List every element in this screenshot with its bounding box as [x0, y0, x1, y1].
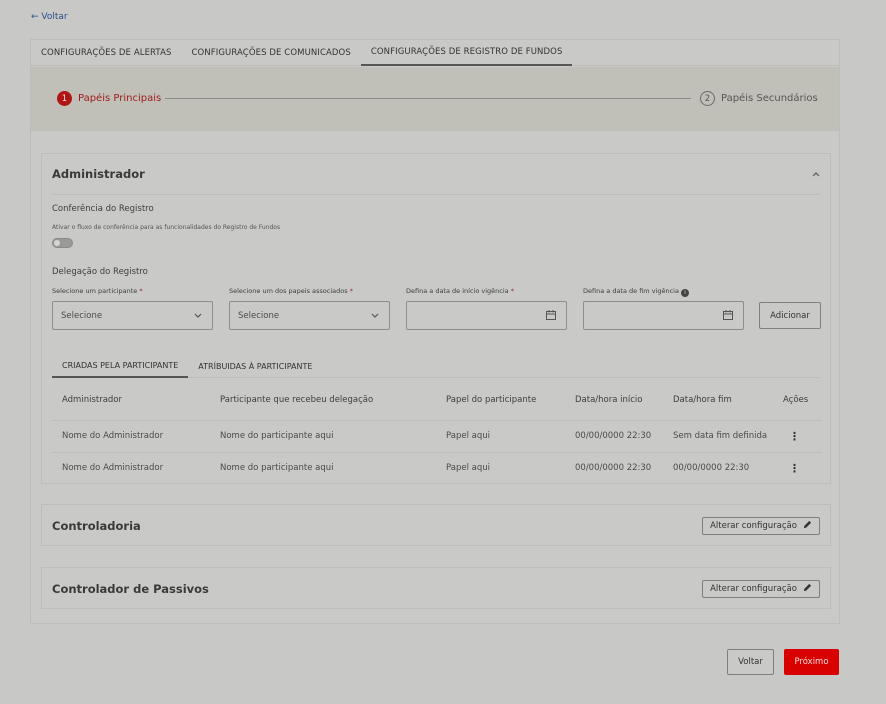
kebab-menu-icon[interactable]: ⋮: [783, 462, 800, 475]
participante-select[interactable]: Selecione: [52, 301, 213, 330]
step-papeis-secundarios[interactable]: 2 Papéis Secundários: [700, 91, 818, 106]
col-data-fim: Data/hora fim: [663, 380, 773, 421]
conferencia-title: Conferência do Registro: [52, 204, 154, 214]
button-label: Alterar configuração: [710, 521, 797, 531]
stepper-line: [165, 98, 691, 99]
back-link-label: ← Voltar: [31, 12, 68, 22]
table-header-row: Administrador Participante que recebeu d…: [52, 380, 822, 421]
tab-atribuidas[interactable]: ATRÍBUIDAS À PARTICIPANTE: [188, 354, 322, 378]
step-label: Papéis Principais: [78, 93, 162, 104]
data-inicio-input[interactable]: [406, 301, 567, 330]
participante-label: Selecione um participante *: [52, 287, 143, 295]
cell: 00/00/0000 22:30: [673, 463, 750, 474]
cell: Nome do Administrador: [52, 420, 210, 453]
pencil-icon: [803, 520, 812, 532]
data-fim-label: Defina a data de fim vigência i: [583, 287, 689, 297]
section-administrador: Administrador Conferência do Registro At…: [41, 153, 831, 484]
tab-bar: CONFIGURAÇÕES DE ALERTAS CONFIGURAÇÕES D…: [31, 40, 839, 66]
step-number: 2: [700, 91, 715, 106]
col-acoes: Ações: [773, 380, 822, 421]
actions-cell: ⋮: [773, 452, 822, 484]
stepper: 1 Papéis Principais 2 Papéis Secundários: [31, 67, 839, 131]
section-title: Administrador: [52, 167, 145, 181]
calendar-icon[interactable]: [723, 310, 733, 323]
button-label: Alterar configuração: [710, 584, 797, 594]
chevron-down-icon: [371, 311, 379, 320]
delegacao-title: Delegação do Registro: [52, 267, 148, 277]
kebab-menu-icon[interactable]: ⋮: [783, 430, 800, 443]
data-fim-input[interactable]: [583, 301, 744, 330]
tab-criadas[interactable]: CRIADAS PELA PARTICIPANTE: [52, 354, 189, 378]
actions-cell: ⋮: [773, 420, 822, 453]
conferencia-description: Ativar o fluxo de conferência para as fu…: [52, 224, 281, 231]
tab-comunicados[interactable]: CONFIGURAÇÕES DE COMUNICADOS: [181, 40, 360, 66]
step-label: Papéis Secundários: [721, 93, 818, 104]
conferencia-toggle[interactable]: [52, 238, 73, 248]
select-value: Selecione: [238, 310, 280, 321]
col-administrador: Administrador: [52, 380, 210, 421]
alterar-configuracao-button[interactable]: Alterar configuração: [702, 580, 820, 598]
col-participante: Participante que recebeu delegação: [210, 380, 436, 421]
section-controlador-passivos: Controlador de Passivos Alterar configur…: [41, 567, 831, 609]
col-papel: Papel do participante: [436, 380, 565, 421]
select-value: Selecione: [61, 310, 103, 321]
tab-alertas[interactable]: CONFIGURAÇÕES DE ALERTAS: [31, 40, 181, 66]
section-controladoria: Controladoria Alterar configuração: [41, 504, 831, 546]
cell: Papel aqui: [446, 463, 490, 474]
proximo-button[interactable]: Próximo: [784, 649, 839, 675]
cell: Nome do participante aqui: [220, 463, 334, 474]
back-link[interactable]: ← Voltar: [31, 12, 68, 22]
step-papeis-principais[interactable]: 1 Papéis Principais: [57, 91, 161, 106]
cell: Papel aqui: [436, 420, 565, 453]
adicionar-button[interactable]: Adicionar: [759, 302, 821, 329]
cell: Sem data fim definida: [663, 420, 773, 453]
calendar-icon[interactable]: [546, 310, 556, 323]
divider: [52, 194, 820, 195]
table-row: Nome do Administrador Nome do participan…: [52, 420, 822, 453]
cell: Nome do participante aqui: [210, 420, 436, 453]
papel-select[interactable]: Selecione: [229, 301, 390, 330]
col-data-inicio: Data/hora início: [565, 380, 663, 421]
data-inicio-label: Defina a data de início vigência *: [406, 287, 514, 295]
alterar-configuracao-button[interactable]: Alterar configuração: [702, 517, 820, 535]
cell: Nome do Administrador: [62, 463, 164, 474]
delegacoes-table: Administrador Participante que recebeu d…: [52, 380, 822, 484]
section-title: Controlador de Passivos: [52, 582, 209, 596]
cell: 00/00/0000 22:30: [575, 463, 652, 474]
chevron-up-icon[interactable]: [812, 170, 820, 180]
chevron-down-icon: [194, 311, 202, 320]
info-icon[interactable]: i: [680, 289, 689, 297]
voltar-button[interactable]: Voltar: [727, 649, 774, 675]
delegacao-subtabs: CRIADAS PELA PARTICIPANTE ATRÍBUIDAS À P…: [52, 354, 820, 378]
table-row: Nome do Administrador Nome do participan…: [52, 452, 822, 484]
section-title: Controladoria: [52, 519, 141, 533]
pencil-icon: [803, 583, 812, 595]
tab-registro-fundos[interactable]: CONFIGURAÇÕES DE REGISTRO DE FUNDOS: [360, 40, 573, 66]
config-card: CONFIGURAÇÕES DE ALERTAS CONFIGURAÇÕES D…: [30, 39, 840, 624]
step-number: 1: [57, 91, 72, 106]
papel-label: Selecione um dos papeis associados *: [229, 287, 353, 295]
cell: 00/00/0000 22:30: [565, 420, 663, 453]
